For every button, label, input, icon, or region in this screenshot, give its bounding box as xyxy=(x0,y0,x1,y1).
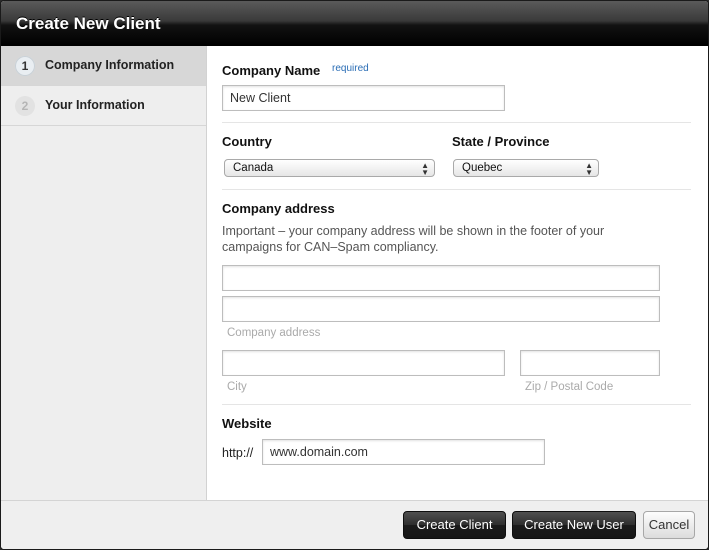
country-select[interactable]: Canada ▲ ▼ xyxy=(224,159,435,177)
divider xyxy=(222,122,691,123)
divider xyxy=(222,404,691,405)
state-selected-value: Quebec xyxy=(462,162,503,174)
step-label: Company Information xyxy=(45,58,175,72)
city-input[interactable] xyxy=(222,350,505,376)
sidebar-step-company-information[interactable]: 1 Company Information xyxy=(1,46,206,86)
country-label: Country xyxy=(222,134,272,149)
create-client-dialog: Create New Client 1 Company Information … xyxy=(0,0,709,550)
cancel-button[interactable]: Cancel xyxy=(643,511,695,539)
select-arrows-icon: ▲ ▼ xyxy=(421,161,429,177)
company-address-label: Company address xyxy=(222,201,335,216)
sidebar-step-your-information[interactable]: 2 Your Information xyxy=(1,86,206,126)
address-line-1-input[interactable] xyxy=(222,265,660,291)
state-label: State / Province xyxy=(452,134,550,149)
zip-hint: Zip / Postal Code xyxy=(525,381,614,393)
website-label: Website xyxy=(222,416,272,431)
required-indicator: required xyxy=(332,63,369,74)
website-prefix: http:// xyxy=(222,446,254,460)
dialog-footer: Create Client Create New User Cancel xyxy=(1,500,708,549)
step-label: Your Information xyxy=(45,98,145,112)
create-new-user-button[interactable]: Create New User xyxy=(512,511,636,539)
address-note-line-2: campaigns for CAN–Spam compliancy. xyxy=(222,240,439,254)
dialog-titlebar: Create New Client xyxy=(1,1,708,46)
address-line-2-input[interactable] xyxy=(222,296,660,322)
divider xyxy=(222,189,691,190)
company-name-input[interactable] xyxy=(222,85,505,111)
website-input[interactable] xyxy=(262,439,545,465)
company-name-label: Company Name xyxy=(222,63,321,78)
wizard-steps-sidebar: 1 Company Information 2 Your Information xyxy=(1,46,207,500)
country-selected-value: Canada xyxy=(233,162,274,174)
company-information-form: Company Name required Country Canada ▲▼ … xyxy=(206,46,708,500)
select-arrows-icon: ▲ ▼ xyxy=(585,161,593,177)
create-client-button[interactable]: Create Client xyxy=(403,511,506,539)
address-hint: Company address xyxy=(227,327,321,339)
state-select[interactable]: Quebec ▲ ▼ xyxy=(453,159,599,177)
city-hint: City xyxy=(227,381,247,393)
address-note: Important – your company address will be… xyxy=(222,223,692,255)
step-number-badge: 1 xyxy=(15,56,35,76)
dialog-title: Create New Client xyxy=(16,14,161,33)
zip-input[interactable] xyxy=(520,350,660,376)
step-number-badge: 2 xyxy=(15,96,35,116)
address-note-line-1: Important – your company address will be… xyxy=(222,224,605,238)
